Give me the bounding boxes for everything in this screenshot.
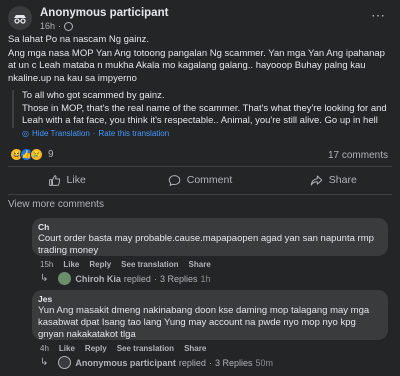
translation-line-2: Those in MOP, that's the real name of th… — [22, 102, 387, 127]
comment-bubble: Jes Yun Ang masakit dmeng nakinabang doo… — [32, 290, 388, 340]
reply-separator: · — [153, 273, 157, 284]
see-translation-button[interactable]: See translation — [117, 344, 174, 353]
like-button[interactable]: Like — [0, 170, 133, 190]
reply-arrow-icon: ↳ — [40, 273, 49, 284]
post-actions: Like Comment Share — [0, 170, 400, 190]
translation-separator: · — [92, 129, 96, 138]
comment-icon — [168, 174, 181, 186]
post-text-line-1: Sa lahat Po na nascam Ng gainz. — [8, 34, 150, 45]
reply-author: Chiroh Kia — [75, 273, 121, 284]
reply-time: 50m — [255, 357, 273, 368]
translate-icon: ◎ — [22, 129, 29, 138]
globe-icon — [64, 21, 74, 31]
share-button[interactable]: Share — [267, 170, 400, 190]
reply-author: Anonymous participant — [75, 357, 176, 368]
avatar — [58, 272, 72, 285]
replies-link[interactable]: ↳ Anonymous participant replied · 3 Repl… — [40, 356, 273, 369]
reply-count: 3 Replies — [159, 273, 198, 284]
like-icon — [48, 174, 60, 186]
replies-link[interactable]: ↳ Chiroh Kia replied · 3 Replies 1h — [40, 272, 210, 285]
translation-line-1: To all who got scammed by gainz. — [22, 90, 165, 101]
share-label: Share — [328, 174, 357, 186]
share-icon — [310, 175, 323, 185]
comment-author[interactable]: Jes — [38, 294, 382, 304]
comment-author[interactable]: Ch — [38, 222, 382, 232]
divider — [8, 166, 392, 167]
see-translation-button[interactable]: See translation — [121, 260, 178, 269]
comment-time[interactable]: 15h — [40, 260, 53, 269]
post-author-name[interactable]: Anonymous participant — [40, 6, 168, 20]
reply-label: replied — [178, 357, 206, 368]
sad-reaction-icon: 😢 — [30, 148, 43, 161]
comment-bubble: Ch Court order basta may probable.cause.… — [32, 218, 388, 256]
post-header: Anonymous participant 16h · — [8, 6, 168, 31]
post-card: Anonymous participant 16h · ⋯ Sa lahat P… — [0, 0, 400, 376]
rate-translation-link[interactable]: Rate this translation — [98, 129, 169, 138]
reply-count: 3 Replies — [214, 357, 253, 368]
comment-like-button[interactable]: Like — [63, 260, 79, 269]
view-more-comments-link[interactable]: View more comments — [8, 199, 104, 210]
reaction-count: 9 — [48, 149, 54, 160]
divider — [8, 194, 392, 195]
meta-separator: · — [58, 21, 62, 31]
comment-reply-button[interactable]: Reply — [89, 260, 111, 269]
like-label: Like — [66, 174, 86, 186]
comment-actions: 15h Like Reply See translation Share — [40, 260, 211, 269]
reply-time: 1h — [200, 273, 211, 284]
comment-label: Comment — [186, 174, 233, 186]
post-translation: To all who got scammed by gainz. Those i… — [12, 90, 390, 128]
comment-share-button[interactable]: Share — [189, 260, 211, 269]
comment-button[interactable]: Comment — [133, 170, 266, 190]
comment-share-button[interactable]: Share — [184, 344, 206, 353]
translation-controls: ◎ Hide Translation · Rate this translati… — [22, 129, 169, 138]
comment-like-button[interactable]: Like — [59, 344, 75, 353]
post-text: Sa lahat Po na nascam Ng gainz. Ang mga … — [8, 34, 390, 85]
post-text-line-2: Ang mga nasa MOP Yan Ang totoong pangala… — [8, 47, 385, 84]
anonymous-avatar-icon — [58, 356, 72, 369]
reply-separator: · — [208, 357, 212, 368]
comment-text: Court order basta may probable.cause.map… — [38, 233, 374, 256]
anonymous-avatar-icon[interactable] — [8, 6, 32, 30]
reply-arrow-icon: ↳ — [40, 357, 49, 368]
comment-time[interactable]: 4h — [40, 344, 49, 353]
reply-label: replied — [123, 273, 151, 284]
post-time[interactable]: 16h — [40, 21, 55, 31]
comment-reply-button[interactable]: Reply — [85, 344, 107, 353]
hide-translation-link[interactable]: Hide Translation — [32, 129, 90, 138]
more-options-icon[interactable]: ⋯ — [371, 8, 386, 22]
reactions-summary[interactable]: 😆 👍 😢 9 — [10, 148, 54, 161]
comment-count[interactable]: 17 comments — [328, 150, 388, 161]
comment-text: Yun Ang masakit dmeng nakinabang doon ks… — [38, 305, 370, 340]
comment-actions: 4h Like Reply See translation Share — [40, 344, 206, 353]
